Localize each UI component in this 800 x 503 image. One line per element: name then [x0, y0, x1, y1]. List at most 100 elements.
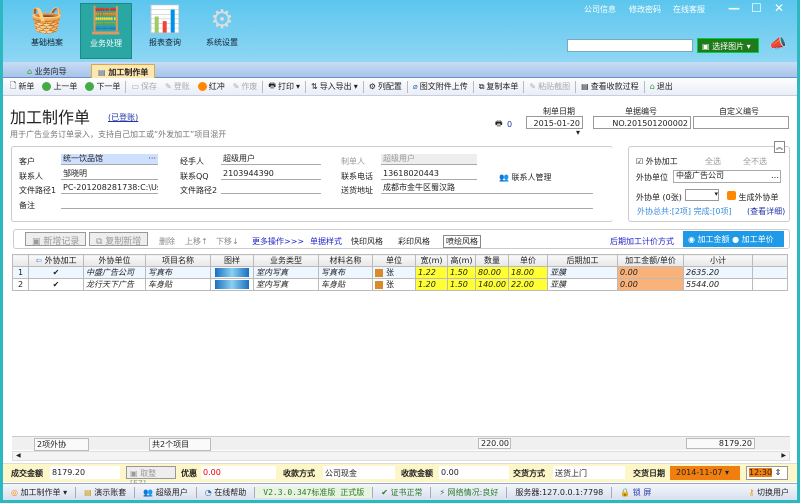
- column-header[interactable]: 高(m): [447, 254, 476, 267]
- table-cell[interactable]: 2: [12, 278, 29, 291]
- maximize-button[interactable]: ☐: [751, 1, 762, 15]
- table-cell[interactable]: ✔: [28, 266, 84, 279]
- style-inkjet[interactable]: 喷绘风格: [443, 235, 481, 248]
- column-header[interactable]: 业务类型: [253, 254, 319, 267]
- close-button[interactable]: ✕: [774, 1, 784, 15]
- column-header[interactable]: 小计: [683, 254, 753, 267]
- move-up-button[interactable]: 上移↑: [185, 236, 208, 247]
- style-color-print[interactable]: 彩印风格: [398, 236, 430, 247]
- select-all-button[interactable]: 全选: [705, 156, 721, 167]
- import-export-button[interactable]: ⇅ 导入导出 ▾: [307, 81, 362, 92]
- table-cell[interactable]: 张: [372, 266, 416, 279]
- save-button[interactable]: ▭ 保存: [127, 81, 161, 92]
- scroll-right-icon[interactable]: ▶: [781, 452, 786, 459]
- switch-user-button[interactable]: ⚷ 切换用户: [749, 487, 797, 498]
- path2-field[interactable]: [221, 183, 321, 194]
- print-button[interactable]: 🖶 打印 ▾: [264, 80, 304, 94]
- table-cell[interactable]: 140.00: [475, 278, 509, 291]
- prev-button[interactable]: 上一单: [38, 81, 81, 92]
- table-cell[interactable]: 写真布: [145, 266, 211, 279]
- table-cell[interactable]: 室内写真: [253, 278, 319, 291]
- table-cell[interactable]: [752, 266, 788, 279]
- qq-field[interactable]: 2103944390: [221, 169, 321, 180]
- search-input[interactable]: [567, 39, 693, 52]
- tab-business-guide[interactable]: ⌂ 业务向导: [21, 64, 73, 78]
- posted-status-link[interactable]: (已登账): [108, 112, 138, 123]
- table-cell[interactable]: 1.50: [447, 278, 476, 291]
- copy-order-button[interactable]: ⧉ 复制本单: [475, 81, 523, 92]
- column-header[interactable]: 单位: [372, 254, 416, 267]
- table-cell[interactable]: 亚膜: [547, 266, 618, 279]
- table-cell[interactable]: 室内写真: [253, 266, 319, 279]
- thumbnail-image[interactable]: [215, 280, 249, 289]
- ellipsis-button[interactable]: …: [771, 171, 779, 181]
- view-detail-link[interactable]: (查看详细): [747, 206, 785, 217]
- contact-manager-button[interactable]: 👥 联系人管理: [499, 172, 552, 183]
- generate-outsource-button[interactable]: 生成外协单: [727, 191, 779, 203]
- module-business[interactable]: 🧮 业务处理: [80, 3, 132, 59]
- lock-screen-button[interactable]: 🔒 锁 屏: [612, 487, 659, 498]
- collapse-button[interactable]: ︽: [774, 141, 785, 153]
- radio-unit-price[interactable]: ● 加工单价: [732, 235, 774, 244]
- table-cell[interactable]: 1.20: [415, 278, 448, 291]
- date-picker[interactable]: 2015-01-20 ▾: [526, 116, 583, 137]
- table-cell[interactable]: 车身贴: [145, 278, 211, 291]
- received-amount-field[interactable]: 0.00: [439, 466, 509, 479]
- table-cell[interactable]: 22.00: [508, 278, 548, 291]
- delivery-method-field[interactable]: 送货上门: [553, 466, 625, 479]
- company-info-link[interactable]: 公司信息: [584, 4, 616, 15]
- style-quick-print[interactable]: 快印风格: [351, 236, 383, 247]
- contact-field[interactable]: 邹晓明: [61, 169, 158, 180]
- address-field[interactable]: 成都市金牛区蜀汉路: [381, 183, 593, 194]
- deal-amount-field[interactable]: 8179.20: [50, 466, 120, 479]
- online-help[interactable]: ◔ 在线帮助: [197, 486, 256, 498]
- add-record-button[interactable]: ▣ 新增记录: [25, 232, 87, 247]
- online-service-link[interactable]: 在线客服: [673, 4, 705, 15]
- column-config-button[interactable]: ⚙ 列配置: [365, 81, 406, 92]
- handler-field[interactable]: 超级用户: [221, 154, 321, 165]
- round-button[interactable]: ▣ 取整[F7]: [126, 466, 176, 488]
- table-cell[interactable]: 0.00: [617, 278, 684, 291]
- select-none-button[interactable]: 全不选: [743, 156, 767, 167]
- scroll-left-icon[interactable]: ◀: [16, 452, 21, 459]
- table-cell[interactable]: ✔: [28, 278, 84, 291]
- table-cell[interactable]: 张: [372, 278, 416, 291]
- table-row[interactable]: 2 ✔ 龙行天下广告 车身贴 室内写真 车身贴张 1.20 1.50 140.00 22.00 亚膜…: [12, 278, 788, 291]
- table-cell[interactable]: 车身贴: [318, 278, 373, 291]
- outsource-orders-dropdown[interactable]: ▾: [685, 189, 719, 201]
- table-cell[interactable]: [210, 266, 254, 279]
- account-set[interactable]: ▤ 演示账套: [76, 486, 136, 498]
- column-header[interactable]: 后期加工: [547, 254, 618, 267]
- table-cell[interactable]: 写真布: [318, 266, 373, 279]
- attachment-upload-button[interactable]: ⌀ 图文附件上传: [409, 81, 472, 92]
- discount-field[interactable]: 0.00: [201, 466, 276, 479]
- module-basic-archive[interactable]: 🧺 基础档案: [21, 3, 73, 59]
- column-header[interactable]: 宽(m): [415, 254, 448, 267]
- column-header[interactable]: 项目名称: [145, 254, 211, 267]
- select-image-button[interactable]: ▣ 选择图片 ▾: [697, 38, 759, 53]
- post-button[interactable]: ✎ 登账: [161, 81, 194, 92]
- table-cell[interactable]: 1: [12, 266, 29, 279]
- module-settings[interactable]: ⚙ 系统设置: [196, 3, 248, 59]
- more-actions-button[interactable]: 更多操作>>>: [252, 236, 304, 247]
- column-header[interactable]: 外协单位: [83, 254, 146, 267]
- custom-no-field[interactable]: [693, 116, 789, 129]
- view-receipts-button[interactable]: ▤ 查看收款过程: [577, 81, 643, 92]
- module-menu[interactable]: ◎ 加工制作单 ▾: [3, 486, 77, 498]
- thumbnail-image[interactable]: [215, 268, 249, 277]
- table-cell[interactable]: 1.50: [447, 266, 476, 279]
- table-cell[interactable]: 5544.00: [683, 278, 753, 291]
- delivery-date-picker[interactable]: 2014-11-07 ▾: [670, 466, 740, 480]
- ellipsis-button[interactable]: ···: [148, 154, 156, 164]
- column-header[interactable]: 图样: [210, 254, 254, 267]
- phone-field[interactable]: 13618020443: [381, 169, 477, 180]
- minimize-button[interactable]: —: [728, 1, 740, 15]
- tab-processing-order[interactable]: ▤ 加工制作单: [91, 64, 156, 78]
- table-cell[interactable]: 0.00: [617, 266, 684, 279]
- move-down-button[interactable]: 下移↓: [216, 236, 239, 247]
- table-cell[interactable]: 2635.20: [683, 266, 753, 279]
- table-cell[interactable]: 1.22: [415, 266, 448, 279]
- path1-field[interactable]: PC-201208281738:C:\Users: [61, 183, 158, 194]
- change-password-link[interactable]: 修改密码: [629, 4, 661, 15]
- new-button[interactable]: 🗋 新单: [6, 80, 38, 94]
